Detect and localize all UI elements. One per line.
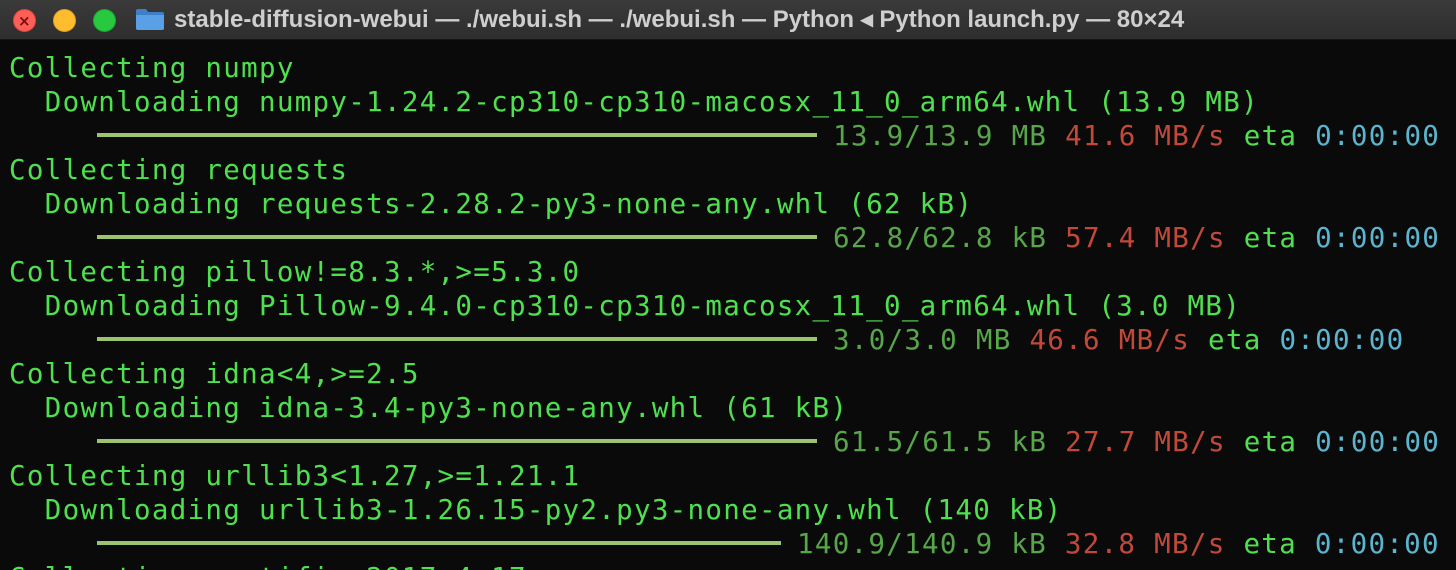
progress-amount: 140.9/140.9 kB [797, 528, 1047, 560]
eta-value: 0:00:00 [1315, 222, 1441, 254]
terminal-output[interactable]: Collecting numpy Downloading numpy-1.24.… [0, 40, 1456, 570]
progress-bar [97, 439, 817, 443]
eta-label: eta [1243, 120, 1298, 152]
eta-label: eta [1208, 324, 1262, 356]
title-bar[interactable]: × stable-diffusion-webui — ./webui.sh — … [0, 0, 1456, 40]
downloading-line: Downloading requests-2.28.2-py3-none-any… [9, 188, 974, 220]
collecting-line: Collecting pillow!=8.3.*,>=5.3.0 [9, 256, 581, 288]
terminal-window: × stable-diffusion-webui — ./webui.sh — … [0, 0, 1456, 570]
progress-amount: 3.0/3.0 MB [833, 324, 1012, 356]
zoom-button[interactable] [93, 9, 116, 32]
close-icon: × [18, 12, 31, 30]
progress-amount: 62.8/62.8 kB [833, 222, 1048, 254]
collecting-line: Collecting idna<4,>=2.5 [9, 358, 420, 390]
progress-line: 13.9/13.9 MB 41.6 MB/s eta 0:00:00 [9, 119, 1440, 153]
downloading-line: Downloading urllib3-1.26.15-py2.py3-none… [9, 494, 1063, 526]
eta-value: 0:00:00 [1279, 324, 1405, 356]
minimize-button[interactable] [53, 9, 76, 32]
download-speed: 41.6 MB/s [1065, 120, 1226, 152]
downloading-line: Downloading Pillow-9.4.0-cp310-cp310-mac… [9, 290, 1242, 322]
download-speed: 46.6 MB/s [1029, 324, 1191, 356]
eta-value: 0:00:00 [1315, 120, 1441, 152]
collecting-line: Collecting urllib3<1.27,>=1.21.1 [9, 460, 581, 492]
close-button[interactable]: × [13, 9, 36, 32]
downloading-line: Downloading idna-3.4-py3-none-any.whl (6… [9, 392, 849, 424]
download-speed: 32.8 MB/s [1064, 528, 1226, 560]
progress-line: 3.0/3.0 MB 46.6 MB/s eta 0:00:00 [9, 323, 1404, 357]
progress-bar [97, 133, 817, 137]
download-speed: 57.4 MB/s [1065, 222, 1226, 254]
progress-bar [97, 541, 781, 545]
eta-label: eta [1243, 528, 1298, 560]
progress-line: 61.5/61.5 kB 27.7 MB/s eta 0:00:00 [9, 425, 1440, 459]
progress-bar [97, 337, 817, 341]
eta-value: 0:00:00 [1315, 426, 1441, 458]
progress-amount: 61.5/61.5 kB [833, 426, 1048, 458]
progress-amount: 13.9/13.9 MB [833, 120, 1048, 152]
window-title: stable-diffusion-webui — ./webui.sh — ./… [174, 6, 1185, 33]
progress-line: 140.9/140.9 kB 32.8 MB/s eta 0:00:00 [9, 527, 1440, 561]
collecting-line: Collecting requests [9, 154, 349, 186]
eta-label: eta [1243, 426, 1298, 458]
eta-label: eta [1243, 222, 1298, 254]
download-speed: 27.7 MB/s [1065, 426, 1226, 458]
folder-icon [136, 9, 164, 30]
collecting-line: Collecting numpy [9, 52, 295, 84]
collecting-line-partial: Collecting certifi>=2017.4.17 [9, 561, 527, 570]
progress-line: 62.8/62.8 kB 57.4 MB/s eta 0:00:00 [9, 221, 1440, 255]
eta-value: 0:00:00 [1314, 528, 1440, 560]
downloading-line: Downloading numpy-1.24.2-cp310-cp310-mac… [9, 86, 1259, 118]
progress-bar [97, 235, 817, 239]
